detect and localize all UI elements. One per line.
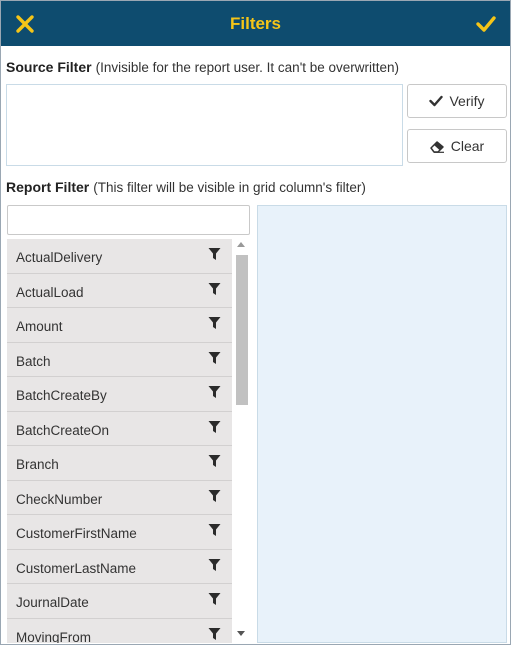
filter-icon[interactable] [208,523,221,537]
field-list-item[interactable]: ActualLoad [7,273,232,308]
filter-icon[interactable] [208,282,221,296]
field-name: CustomerFirstName [16,526,137,541]
eraser-icon [430,140,444,153]
field-list-item[interactable]: CustomerLastName [7,549,232,584]
field-name: BatchCreateOn [16,422,110,438]
clear-button-label: Clear [450,138,485,154]
source-filter-label: Source Filter [6,59,92,75]
field-name: BatchCreateBy [16,388,107,403]
source-filter-heading: Source Filter (Invisible for the report u… [6,59,399,75]
field-name: Amount [16,319,63,334]
field-list-item[interactable]: CustomerFirstName [7,515,232,550]
title-bar: Filters [1,1,510,46]
filter-icon[interactable] [208,592,221,606]
field-name: Batch [16,353,51,369]
report-filter-hint: (This filter will be visible in grid col… [93,180,366,195]
checkmark-icon [476,16,496,32]
verify-button[interactable]: Verify [407,84,507,118]
filter-icon[interactable] [208,558,221,572]
report-filter-heading: Report Filter (This filter will be visibl… [6,179,366,195]
field-list-item[interactable]: JournalDate [7,584,232,619]
field-name: ActualDelivery [16,250,103,265]
field-list-item[interactable]: Batch [7,342,232,377]
verify-button-label: Verify [449,93,485,109]
filter-icon[interactable] [208,420,221,434]
field-name: JournalDate [16,595,89,610]
field-list-item[interactable]: BatchCreateOn [7,411,232,446]
field-name: ActualLoad [16,284,84,300]
checkmark-icon [429,95,444,107]
field-list-item[interactable]: Amount [7,308,232,343]
confirm-button[interactable] [474,12,498,36]
filter-icon[interactable] [208,454,221,468]
field-list-item[interactable]: CheckNumber [7,480,232,515]
source-filter-hint: (Invisible for the report user. It can't… [95,60,400,75]
dialog-title: Filters [229,14,282,33]
field-name: CheckNumber [16,491,103,507]
scroll-down-arrow[interactable] [237,631,245,636]
source-filter-input[interactable] [6,84,403,166]
field-list-scrollbar[interactable] [234,239,249,643]
filter-icon[interactable] [208,627,221,641]
filter-icon[interactable] [208,385,221,399]
filter-icon[interactable] [208,316,221,330]
field-list-item[interactable]: MovingFrom [7,618,232,644]
filter-icon[interactable] [208,489,221,503]
filter-icon[interactable] [208,247,221,261]
clear-button[interactable]: Clear [407,129,507,163]
report-filter-label: Report Filter [6,179,90,195]
filters-dialog: Filters Source Filter (Invisible for the … [0,0,511,645]
field-list-item[interactable]: BatchCreateBy [7,377,232,412]
report-filter-builder[interactable] [257,205,507,643]
field-list-item[interactable]: Branch [7,446,232,481]
filter-icon[interactable] [208,351,221,365]
field-search-input[interactable] [7,205,250,235]
field-list-item[interactable]: ActualDelivery [7,239,232,274]
field-name: Branch [16,457,59,472]
scroll-thumb[interactable] [236,255,248,405]
field-name: CustomerLastName [16,560,137,576]
field-list: ActualDelivery ActualLoad Amount Batch Batch… [7,239,250,643]
scroll-up-arrow[interactable] [237,242,245,247]
field-name: MovingFrom [16,629,92,644]
